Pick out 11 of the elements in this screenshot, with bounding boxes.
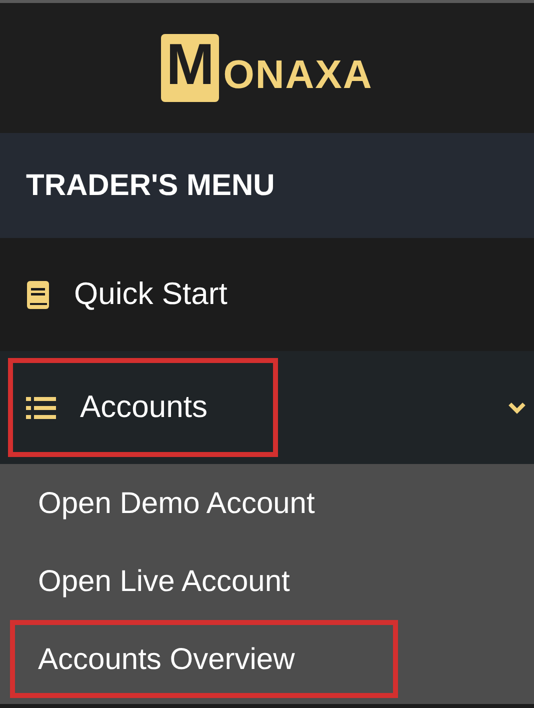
logo-mark: M: [161, 34, 220, 102]
list-icon: [26, 396, 56, 420]
logo-text: ONAXA: [223, 52, 373, 99]
submenu-item[interactable]: Open Demo Account: [10, 464, 534, 542]
submenu-item[interactable]: Open Live Account: [10, 542, 534, 620]
menu-item[interactable]: Quick Start: [26, 271, 228, 318]
submenu-item[interactable]: Accounts Overview: [10, 620, 398, 698]
book-icon: [26, 280, 50, 310]
menu-item[interactable]: Accounts: [8, 358, 278, 457]
chevron-down-icon[interactable]: [508, 402, 526, 414]
menu-title: TRADER'S MENU: [26, 168, 275, 204]
